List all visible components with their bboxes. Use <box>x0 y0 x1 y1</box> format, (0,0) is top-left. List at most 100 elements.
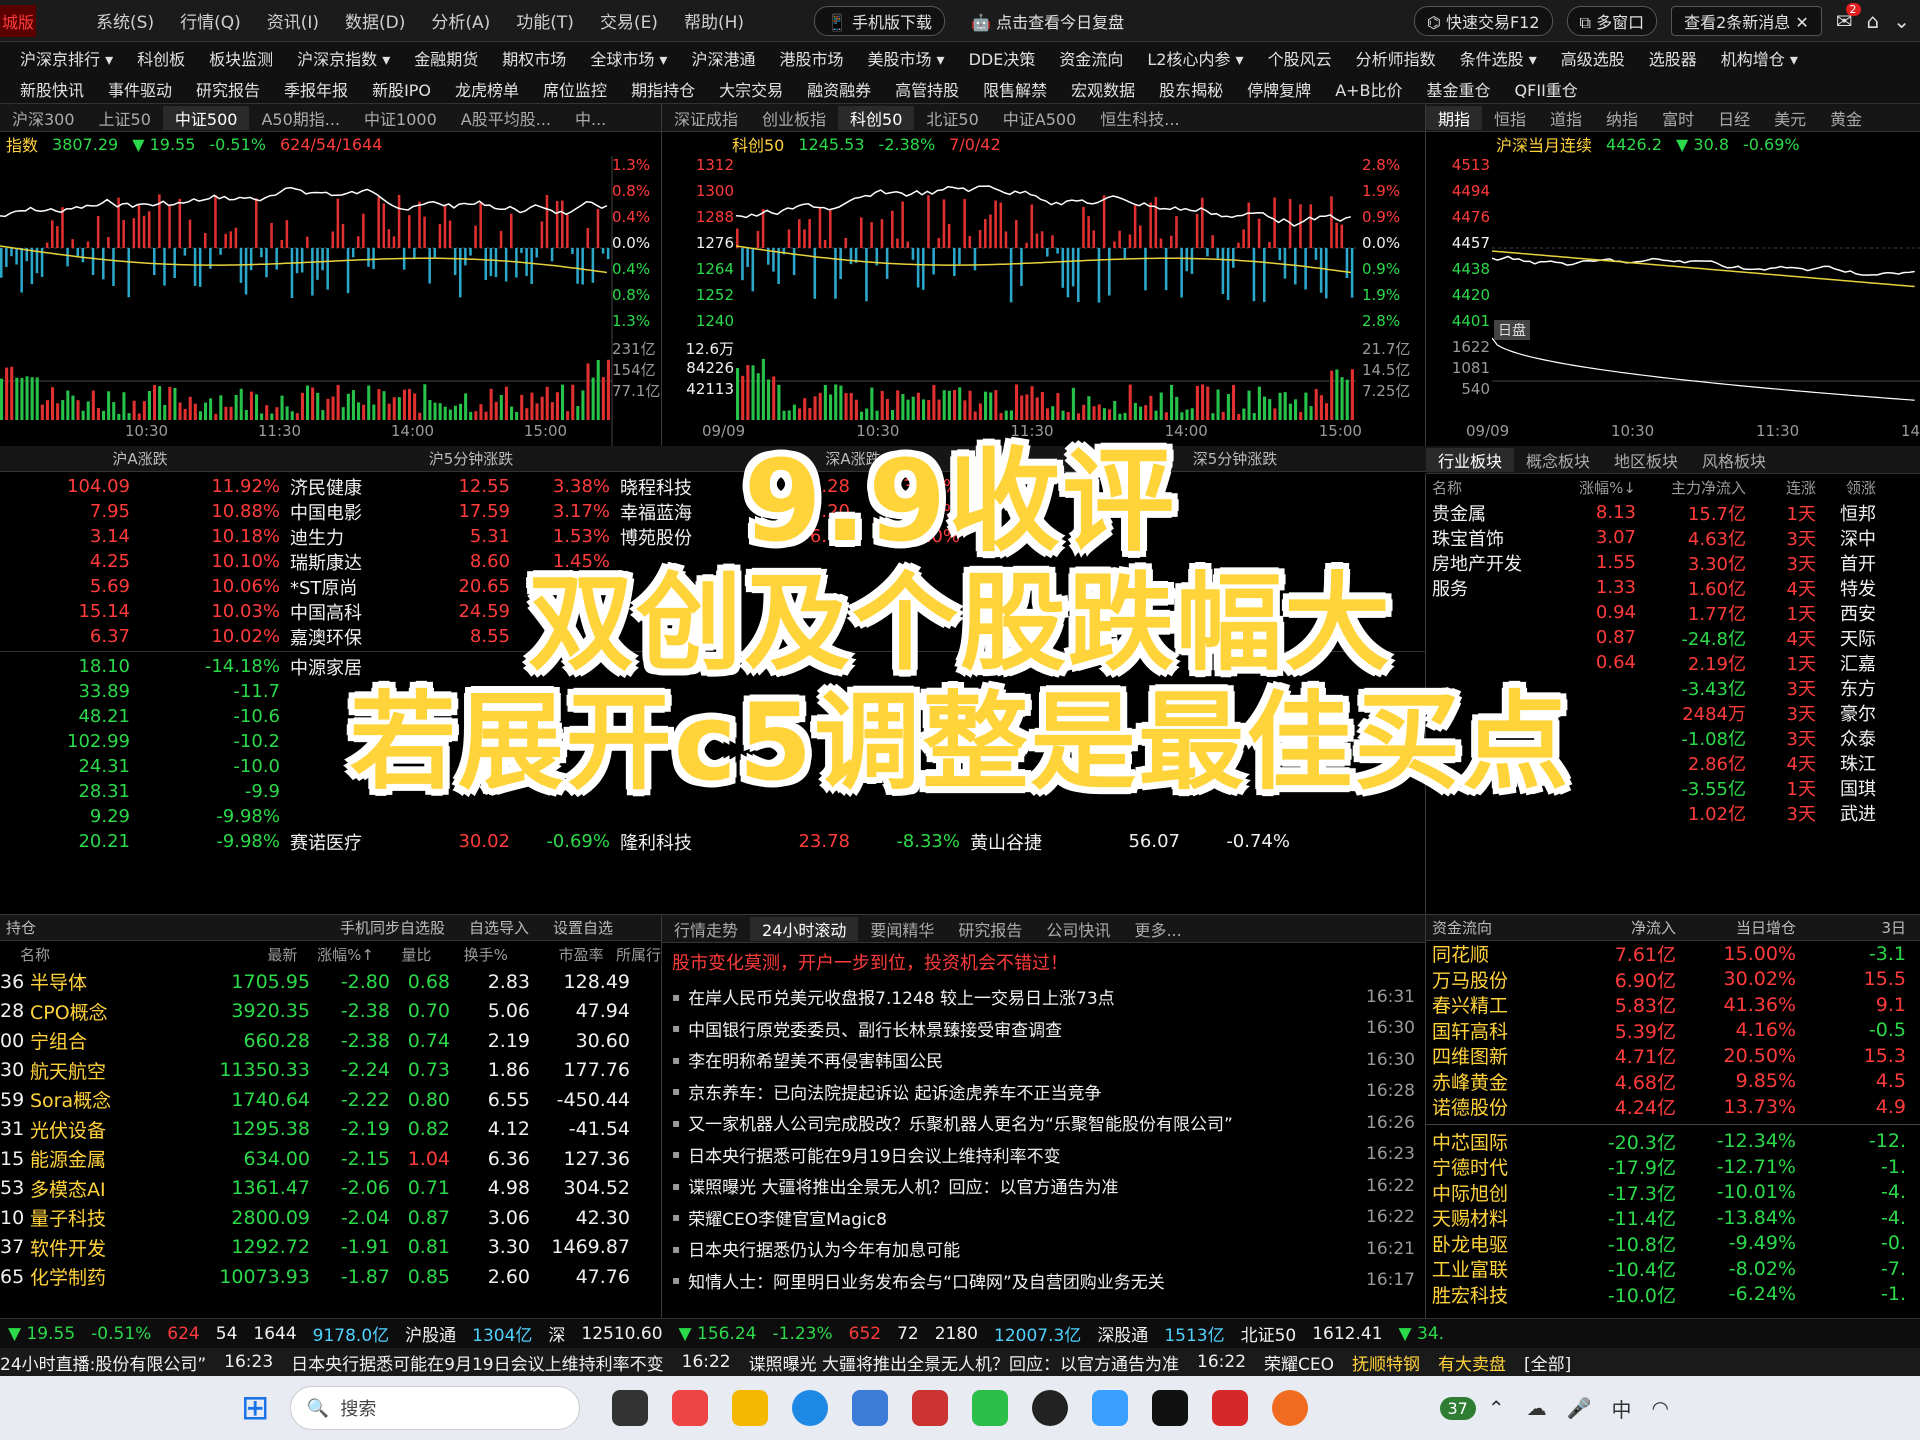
taskbar-search[interactable]: 🔍 搜索 <box>289 1386 580 1430</box>
qq-icon[interactable] <box>1031 1390 1068 1426</box>
news-item[interactable]: ▪ 谍照曝光 大疆将推出全景无人机？回应：以官方通告为准 16:22 <box>662 1170 1425 1202</box>
news-item[interactable]: ▪ 荣耀CEO李健官宣Magic8 16:22 <box>662 1202 1425 1234</box>
menu-system[interactable]: 系统(S) <box>96 8 154 33</box>
chevron-up-icon[interactable]: ⌃ <box>1488 1396 1505 1420</box>
watch-toolbar-3[interactable]: 设置自选 <box>553 917 613 938</box>
tab-tabs1-3[interactable]: A50期指... <box>249 106 352 130</box>
flow-row[interactable]: 宁德时代 -17.9亿 -12.71% -1. <box>1426 1154 1920 1180</box>
nav2-item-11[interactable]: 限售解禁 <box>983 77 1047 101</box>
news-item[interactable]: ▪ 又一家机器人公司完成股改？乐聚机器人更名为“乐聚智能股份有限公司” 16:26 <box>662 1107 1425 1139</box>
watch-toolbar-1[interactable]: 手机同步自选股 <box>340 917 445 938</box>
nav-item-8[interactable]: 港股市场 <box>779 46 843 70</box>
microphone-icon[interactable]: 🎤 <box>1567 1396 1592 1420</box>
cloud-icon[interactable]: ☁ <box>1527 1396 1547 1420</box>
nav-item-11[interactable]: 资金流向 <box>1059 46 1123 70</box>
nav2-item-0[interactable]: 新股快讯 <box>20 77 84 101</box>
tab-tabs2-5[interactable]: 恒生科技... <box>1088 106 1191 130</box>
nav-item-16[interactable]: 高级选股 <box>1561 46 1625 70</box>
flow-row[interactable]: 赤峰黄金 4.68亿 9.85% 4.5 <box>1426 1069 1920 1095</box>
store-icon[interactable] <box>851 1390 888 1426</box>
watchlist-row[interactable]: 10 量子科技 2800.09 -2.04 0.87 3.06 42.30 <box>0 1203 661 1233</box>
flow-row[interactable]: 中芯国际 -20.3亿 -12.34% -12. <box>1426 1129 1920 1155</box>
new-messages-button[interactable]: 查看2条新消息 ✕ <box>1671 5 1822 36</box>
tab-tabs1-6[interactable]: 中... <box>563 106 618 130</box>
nav-item-14[interactable]: 分析师指数 <box>1356 46 1436 70</box>
tab-tabs1-0[interactable]: 沪深300 <box>0 106 87 130</box>
nav-item-17[interactable]: 选股器 <box>1649 46 1697 70</box>
flow-row[interactable]: 中际旭创 -17.3亿 -10.01% -4. <box>1426 1180 1920 1206</box>
tab-tabs3-1[interactable]: 恒指 <box>1482 106 1538 130</box>
menu-trade[interactable]: 交易(E) <box>600 8 658 33</box>
nav-item-1[interactable]: 科创板 <box>137 46 185 70</box>
nav2-item-6[interactable]: 席位监控 <box>543 77 607 101</box>
nav-item-5[interactable]: 期权市场 <box>502 46 566 70</box>
tab-tabs3-2[interactable]: 道指 <box>1538 106 1594 130</box>
tab-tabs2-2[interactable]: 科创50 <box>838 105 915 130</box>
nav-item-12[interactable]: L2核心内参 ▾ <box>1147 46 1243 70</box>
ticker-item[interactable]: [全部] <box>1524 1350 1571 1375</box>
nav-item-2[interactable]: 板块监测 <box>209 46 273 70</box>
news-tab-1[interactable]: 24小时滚动 <box>750 916 859 941</box>
news-tab-5[interactable]: 更多... <box>1122 917 1193 941</box>
tab-tabs3-0[interactable]: 期指 <box>1426 105 1483 130</box>
file-explorer-icon[interactable] <box>731 1390 768 1426</box>
nav2-item-17[interactable]: QFII重仓 <box>1515 77 1578 101</box>
tab-tabs2-0[interactable]: 深证成指 <box>662 106 750 130</box>
task-view-icon[interactable] <box>611 1390 648 1426</box>
mover-row[interactable]: 20.21 -9.98% 赛诺医疗 30.02 -0.69% 隆利科技 23.78 -8.33… <box>0 829 1425 854</box>
menu-info[interactable]: 资讯(I) <box>267 8 319 33</box>
flow-row[interactable]: 诺德股份 4.24亿 13.73% 4.9 <box>1426 1094 1920 1120</box>
flow-row[interactable]: 万马股份 6.90亿 30.02% 15.5 <box>1426 967 1920 993</box>
tab-tabs2-3[interactable]: 北证50 <box>914 106 990 130</box>
nav2-item-8[interactable]: 大宗交易 <box>719 77 783 101</box>
nav2-item-4[interactable]: 新股IPO <box>372 77 431 101</box>
watchlist-row[interactable]: 36 半导体 1705.95 -2.80 0.68 2.83 128.49 <box>0 967 661 997</box>
tab-tabs2-1[interactable]: 创业板指 <box>750 106 838 130</box>
tab-tabs2-4[interactable]: 中证A500 <box>991 106 1089 130</box>
start-icon[interactable]: ⊞ <box>241 1388 270 1428</box>
tab-tabs3-6[interactable]: 美元 <box>1762 106 1818 130</box>
flow-row[interactable]: 春兴精工 5.83亿 41.36% 9.1 <box>1426 992 1920 1018</box>
nav2-item-16[interactable]: 基金重仓 <box>1427 77 1491 101</box>
tonghuashun-icon[interactable] <box>1271 1390 1308 1426</box>
flow-row[interactable]: 卧龙电驱 -10.8亿 -9.49% -0. <box>1426 1231 1920 1257</box>
mail-icon[interactable]: ✉ 2 <box>1836 2 1861 33</box>
news-tab-3[interactable]: 研究报告 <box>946 917 1034 941</box>
tab-tabs3-4[interactable]: 富时 <box>1650 106 1706 130</box>
menu-analysis[interactable]: 分析(A) <box>431 8 490 33</box>
menu-help[interactable]: 帮助(H) <box>684 8 744 33</box>
news-item[interactable]: ▪ 李在明称希望美不再侵害韩国公民 16:30 <box>662 1044 1425 1076</box>
nav2-item-12[interactable]: 宏观数据 <box>1071 77 1135 101</box>
mobile-download-button[interactable]: 📱 手机版下载 <box>814 5 946 36</box>
nav-item-9[interactable]: 美股市场 ▾ <box>867 46 944 70</box>
menu-quote[interactable]: 行情(Q) <box>180 8 241 33</box>
news-item[interactable]: ▪ 日本央行据悉仍认为今年有加息可能 16:21 <box>662 1233 1425 1265</box>
watchlist-row[interactable]: 15 能源金属 634.00 -2.15 1.04 6.36 127.36 <box>0 1144 661 1174</box>
nav-item-3[interactable]: 沪深京指数 ▾ <box>297 46 390 70</box>
wifi-icon[interactable]: ◠ <box>1652 1396 1669 1420</box>
nav2-item-15[interactable]: A+B比价 <box>1335 77 1402 101</box>
watchlist-row[interactable]: 28 CPO概念 3920.35 -2.38 0.70 5.06 47.94 <box>0 997 661 1027</box>
tab-tabs3-5[interactable]: 日经 <box>1706 106 1762 130</box>
quick-trade-button[interactable]: ⌬ 快速交易F12 <box>1413 5 1553 36</box>
watch-toolbar-0[interactable]: 持仓 <box>6 917 36 938</box>
nav2-item-2[interactable]: 研究报告 <box>196 77 260 101</box>
nav2-item-3[interactable]: 季报年报 <box>284 77 348 101</box>
sync-app-icon[interactable] <box>671 1390 708 1426</box>
news-item[interactable]: ▪ 知情人士：阿里明日业务发布会与“口碑网”及自营团购业务无关 16:17 <box>662 1265 1425 1297</box>
nav2-item-9[interactable]: 融资融券 <box>807 77 871 101</box>
watchlist-row[interactable]: 30 航天航空 11350.33 -2.24 0.73 1.86 177.76 <box>0 1056 661 1086</box>
watchlist-row[interactable]: 37 软件开发 1292.72 -1.91 0.81 3.30 1469.87 <box>0 1233 661 1263</box>
flow-row[interactable]: 同花顺 7.61亿 15.00% -3.1 <box>1426 941 1920 967</box>
nav-item-15[interactable]: 条件选股 ▾ <box>1460 46 1537 70</box>
news-item[interactable]: ▪ 在岸人民币兑美元收盘报7.1248 较上一交易日上涨73点 16:31 <box>662 981 1425 1013</box>
home-icon[interactable]: ⌂ <box>1867 9 1880 33</box>
tab-tabs1-4[interactable]: 中证1000 <box>352 106 449 130</box>
nav2-item-10[interactable]: 高管持股 <box>895 77 959 101</box>
tab-tabs1-2[interactable]: 中证500 <box>162 105 250 130</box>
news-item[interactable]: ▪ 日本央行据悉可能在9月19日会议上维持利率不变 16:23 <box>662 1139 1425 1171</box>
watchlist-row[interactable]: 00 宁组合 660.28 -2.38 0.74 2.19 30.60 <box>0 1026 661 1056</box>
menu-function[interactable]: 功能(T) <box>516 8 574 33</box>
watchlist-row[interactable]: 31 光伏设备 1295.38 -2.19 0.82 4.12 -41.54 <box>0 1115 661 1145</box>
watchlist-row[interactable]: 59 Sora概念 1740.64 -2.22 0.80 6.55 -450.44 <box>0 1085 661 1115</box>
